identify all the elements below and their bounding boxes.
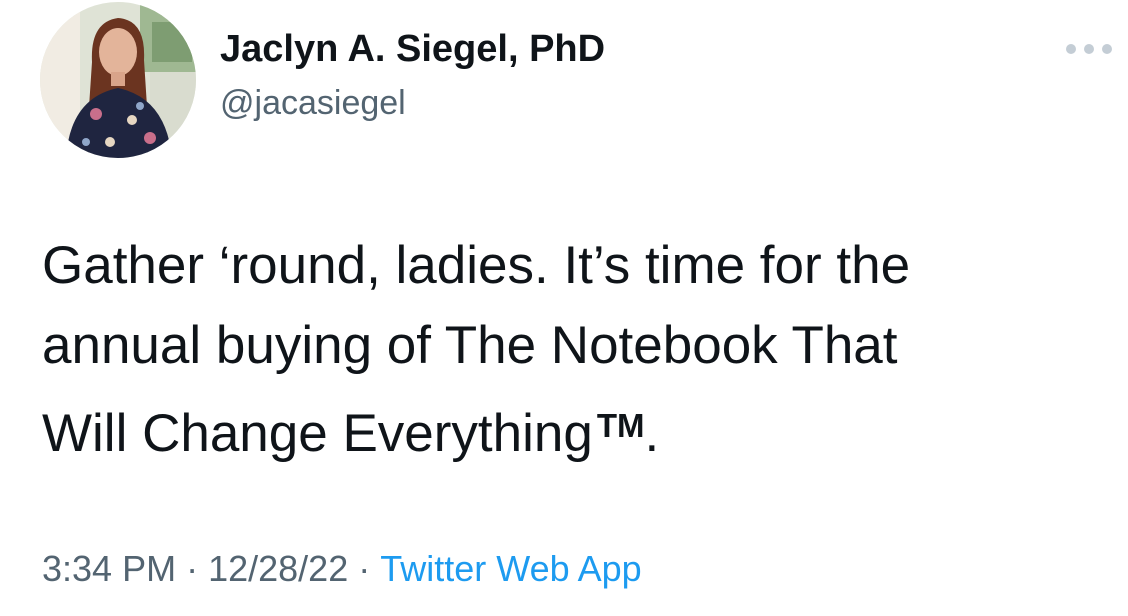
author-handle[interactable]: @jacasiegel xyxy=(220,84,406,123)
tweet-text-line: Gather ‘round, ladies. It’s time for the xyxy=(42,236,911,295)
author-name[interactable]: Jaclyn A. Siegel, PhD xyxy=(220,28,605,71)
meta-separator: · xyxy=(358,548,371,589)
tweet-source-link[interactable]: Twitter Web App xyxy=(380,548,641,589)
tweet-text-ending: . xyxy=(644,404,660,463)
tweet-card: Jaclyn A. Siegel, PhD @jacasiegel Gather… xyxy=(0,0,1128,616)
more-options-button[interactable] xyxy=(1064,36,1114,62)
tweet-date[interactable]: 12/28/22 xyxy=(208,548,348,589)
tweet-text: Gather ‘round, ladies. It’s time for the… xyxy=(42,226,1112,474)
tweet-text-line: Will Change Everything TM. xyxy=(42,386,1112,474)
avatar-photo xyxy=(40,2,196,158)
tweet-meta: 3:34 PM · 12/28/22 · Twitter Web App xyxy=(42,548,642,590)
meta-separator: · xyxy=(186,548,199,589)
tweet-text-line: annual buying of The Notebook That xyxy=(42,316,898,375)
tweet-text-segment: Will Change Everything xyxy=(42,404,593,463)
tweet-time[interactable]: 3:34 PM xyxy=(42,548,176,589)
more-horizontal-icon xyxy=(1066,44,1112,54)
trademark-symbol: TM xyxy=(596,407,645,444)
avatar[interactable] xyxy=(40,2,196,158)
